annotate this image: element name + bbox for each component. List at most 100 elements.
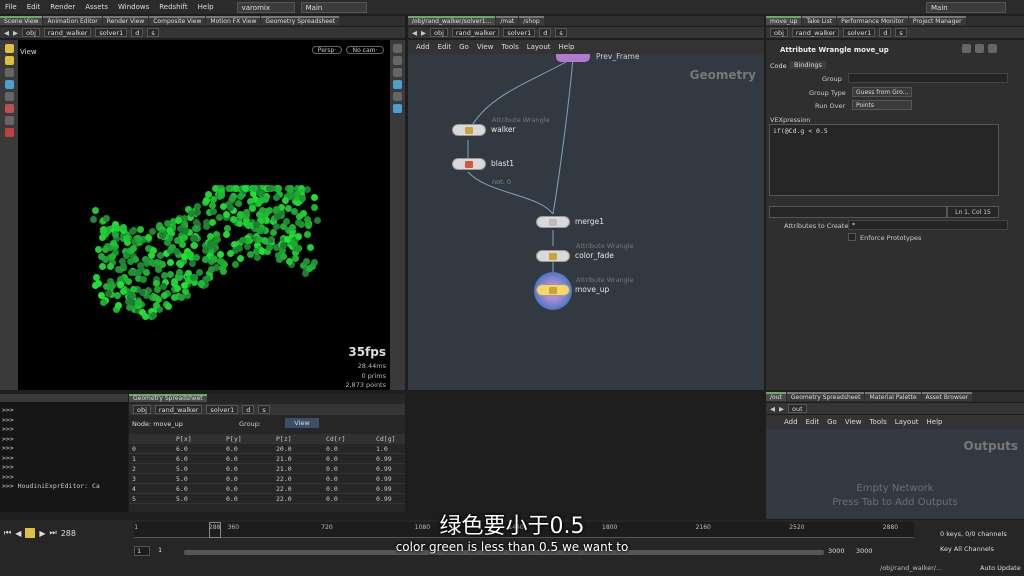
group-type-select[interactable]: Guess from Gro... [852, 87, 912, 97]
group-field[interactable] [848, 73, 1008, 83]
tab-scene-view[interactable]: Scene View [0, 16, 43, 25]
tab-asset-browser[interactable]: Asset Browser [921, 392, 973, 401]
path-d[interactable]: d [539, 28, 552, 37]
net-menu-view[interactable]: View [477, 43, 494, 51]
tab-code[interactable]: Code [770, 62, 787, 70]
desktop-selector[interactable]: varomix [236, 1, 295, 13]
display-icon-2[interactable] [393, 56, 402, 65]
net-menu-help[interactable]: Help [559, 43, 575, 51]
run-over-select[interactable]: Points [852, 100, 912, 110]
tab-bindings[interactable]: Bindings [790, 61, 826, 69]
out-menu-edit[interactable]: Edit [806, 418, 820, 426]
outputs-network[interactable]: Outputs Empty Network Press Tab to Add O… [766, 429, 1024, 519]
back-arrow-icon[interactable]: ◀ [770, 405, 775, 413]
tab-out[interactable]: /out [766, 392, 786, 401]
tab-render-view[interactable]: Render View [102, 16, 149, 25]
back-arrow-icon[interactable]: ◀ [412, 29, 417, 37]
handle-tool-icon[interactable] [4, 92, 14, 101]
color-fade-node-box[interactable] [536, 250, 570, 262]
tab-shop[interactable]: /shop [519, 16, 544, 25]
path-s[interactable]: s [895, 28, 907, 37]
display-icon-3[interactable] [393, 68, 402, 77]
tab-performance-monitor[interactable]: Performance Monitor [837, 16, 908, 25]
menu-assets[interactable]: Assets [80, 3, 113, 11]
path-obj[interactable]: obj [22, 28, 40, 37]
tab-project-manager[interactable]: Project Manager [908, 16, 966, 25]
vex-editor[interactable]: if(@Cd.g < 0.5 [769, 124, 999, 196]
viewport[interactable]: View Persp· No cam· 35fps 28.44ms 0 prim… [18, 40, 390, 390]
menu-file[interactable]: File [0, 3, 22, 11]
path-rand-walker[interactable]: rand_walker [43, 28, 92, 37]
tab-geometry-spreadsheet[interactable]: Geometry Spreadsheet [261, 16, 339, 25]
net-menu-edit[interactable]: Edit [438, 43, 452, 51]
tab-take-list[interactable]: Take List [802, 16, 837, 25]
pose-tool-icon[interactable] [4, 104, 14, 113]
path-solver1[interactable]: solver1 [843, 28, 876, 37]
path-rand-walker[interactable]: rand_walker [791, 28, 840, 37]
right-main-selector[interactable]: Main [926, 1, 1006, 13]
menu-edit[interactable]: Edit [22, 3, 46, 11]
net-menu-add[interactable]: Add [416, 43, 430, 51]
path-rand-walker[interactable]: rand_walker [451, 28, 500, 37]
camera-menu[interactable]: No cam· [346, 46, 384, 54]
menu-help[interactable]: Help [193, 3, 219, 11]
walker-node-box[interactable] [452, 124, 486, 136]
tab-solver-network[interactable]: /obj/rand_walker/solver1... [408, 16, 496, 25]
prev-frame-node[interactable] [556, 54, 590, 62]
persp-menu[interactable]: Persp· [312, 46, 342, 54]
move-tool-icon[interactable] [4, 56, 14, 65]
select-tool-icon[interactable] [4, 44, 14, 53]
out-menu-help[interactable]: Help [927, 418, 943, 426]
move-up-node-box[interactable] [536, 284, 570, 296]
path-d[interactable]: d [242, 405, 255, 414]
tab-motion-fx-view[interactable]: Motion FX View [206, 16, 261, 25]
forward-arrow-icon[interactable]: ▶ [421, 29, 426, 37]
path-obj[interactable]: obj [430, 28, 448, 37]
out-menu-tools[interactable]: Tools [869, 418, 886, 426]
python-console[interactable]: >>> >>> >>> >>> >>> >>> >>> >>> >>> Houd… [0, 394, 128, 512]
main-selector[interactable]: Main [300, 1, 367, 13]
path-out[interactable]: out [788, 404, 807, 413]
path-obj[interactable]: obj [770, 28, 788, 37]
path-solver1[interactable]: solver1 [503, 28, 536, 37]
path-d[interactable]: d [131, 28, 144, 37]
tab-material-palette[interactable]: Material Palette [865, 392, 921, 401]
node-color-fade[interactable]: Attribute Wrangle color_fade [536, 242, 634, 262]
auto-update-button[interactable]: Auto Update [980, 564, 1021, 572]
out-menu-layout[interactable]: Layout [895, 418, 919, 426]
tab-animation-editor[interactable]: Animation Editor [43, 16, 102, 25]
menu-redshift[interactable]: Redshift [154, 3, 192, 11]
scale-tool-icon[interactable] [4, 80, 14, 89]
tab-geometry-spreadsheet[interactable]: Geometry Spreadsheet [786, 392, 865, 401]
menu-windows[interactable]: Windows [113, 3, 154, 11]
net-menu-layout[interactable]: Layout [527, 43, 551, 51]
path-solver1[interactable]: solver1 [206, 405, 239, 414]
path-solver1[interactable]: solver1 [95, 28, 128, 37]
tab-move-up[interactable]: move_up [766, 16, 802, 25]
out-menu-go[interactable]: Go [827, 418, 837, 426]
path-s[interactable]: s [555, 28, 567, 37]
path-rand-walker[interactable]: rand_walker [154, 405, 203, 414]
tab-spreadsheet[interactable]: Geometry Spreadsheet [129, 394, 207, 402]
out-menu-add[interactable]: Add [784, 418, 798, 426]
info-icon[interactable] [988, 44, 997, 53]
blast-node-box[interactable] [452, 158, 486, 170]
menu-render[interactable]: Render [45, 3, 80, 11]
brush-tool-icon[interactable] [4, 116, 14, 125]
path-d[interactable]: d [879, 28, 892, 37]
attr-create-field[interactable]: * [848, 220, 1008, 230]
net-menu-tools[interactable]: Tools [501, 43, 518, 51]
forward-arrow-icon[interactable]: ▶ [13, 29, 18, 37]
back-arrow-icon[interactable]: ◀ [4, 29, 9, 37]
view-button[interactable]: View [285, 418, 319, 428]
merge-node-box[interactable] [536, 216, 570, 228]
out-menu-view[interactable]: View [845, 418, 862, 426]
display-icon-1[interactable] [393, 44, 402, 53]
path-s[interactable]: s [258, 405, 270, 414]
node-walker[interactable]: Attribute Wrangle walker [452, 116, 550, 136]
tab-mat[interactable]: /mat [496, 16, 519, 25]
rotate-tool-icon[interactable] [4, 68, 14, 77]
display-icon-4[interactable] [393, 80, 402, 89]
help-icon[interactable] [975, 44, 984, 53]
display-icon-6[interactable] [393, 104, 402, 113]
